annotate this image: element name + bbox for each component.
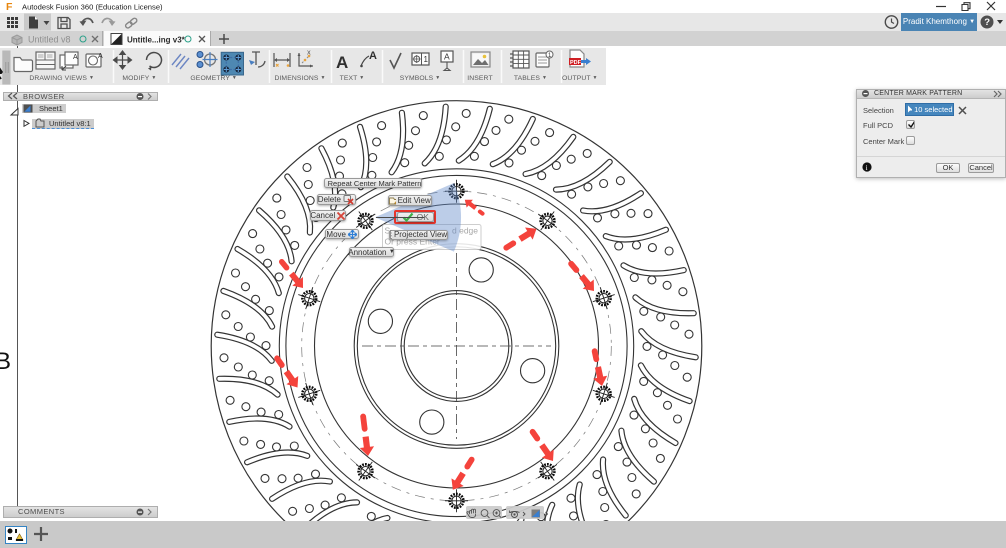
svg-text:F: F [6,1,13,13]
svg-text:A: A [369,50,377,62]
svg-text:A: A [98,53,103,60]
svg-text:A: A [336,53,348,72]
svg-text:B: B [0,348,11,375]
svg-text:A: A [444,52,450,62]
svg-text:PDF: PDF [570,60,582,66]
svg-text:A: A [73,54,78,61]
svg-text:Untitled v8: Untitled v8 [28,34,71,44]
svg-text:Untitle...ing v3*: Untitle...ing v3* [127,35,186,44]
svg-text:i: i [866,163,868,172]
svg-text:1: 1 [424,55,429,64]
svg-text:Autodesk Fusion 360 (Education: Autodesk Fusion 360 (Education License) [22,3,163,12]
svg-text:?: ? [984,17,990,28]
svg-text:X: X [307,51,311,57]
